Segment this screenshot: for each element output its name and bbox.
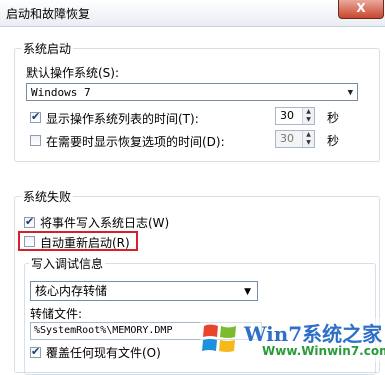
show-list-unit: 秒	[327, 111, 340, 125]
watermark-logo: Win7系统之家 Www.Winwin7.com	[200, 318, 385, 362]
default-os-label: 默认操作系统(S):	[26, 66, 120, 80]
spinner-arrows[interactable]: ▲ ▼	[302, 108, 314, 124]
dump-file-value: %SystemRoot%\MEMORY.DMP	[34, 325, 173, 336]
startup-group-title: 系统启动	[21, 40, 74, 57]
show-recovery-spinner[interactable]: 30 ▲ ▼	[275, 130, 315, 148]
debug-type-select[interactable]: 核心内存转储 ▼	[30, 281, 258, 301]
show-recovery-checkbox[interactable]	[30, 135, 41, 146]
write-event-checkbox[interactable]	[24, 215, 35, 228]
failure-group-title: 系统失败	[21, 188, 74, 205]
watermark-brand: Win7系统之家	[244, 322, 383, 346]
debug-group-title: 写入调试信息	[29, 255, 106, 272]
show-list-checkbox[interactable]	[30, 110, 41, 123]
spinner-arrows[interactable]: ▲ ▼	[302, 131, 314, 147]
chevron-down-icon: ▼	[347, 88, 353, 98]
show-recovery-value: 30	[280, 132, 294, 145]
show-recovery-label: 在需要时显示恢复选项的时间(D):	[46, 135, 225, 149]
close-button[interactable]: X	[338, 0, 384, 19]
show-list-label: 显示操作系统列表的时间(T):	[46, 112, 199, 126]
dump-file-label: 转储文件:	[30, 307, 83, 321]
show-list-spinner[interactable]: 30 ▲ ▼	[275, 107, 315, 125]
overwrite-checkbox[interactable]	[30, 345, 41, 358]
chevron-down-icon: ▼	[244, 287, 251, 297]
show-recovery-unit: 秒	[327, 134, 340, 148]
auto-restart-highlight	[18, 231, 138, 251]
window-title: 启动和故障恢复	[6, 7, 91, 21]
watermark-url: Www.Winwin7.com	[262, 344, 385, 358]
title-bar: 启动和故障恢复 X	[0, 0, 385, 27]
debug-type-value: 核心内存转储	[35, 284, 108, 298]
show-list-value: 30	[280, 109, 294, 122]
overwrite-label: 覆盖任何现有文件(O)	[46, 346, 161, 360]
write-event-label: 将事件写入系统日志(W)	[40, 216, 170, 230]
default-os-value: Windows 7	[31, 86, 91, 99]
default-os-select[interactable]: Windows 7 ▼	[26, 83, 358, 101]
windows-logo-icon	[202, 324, 236, 352]
